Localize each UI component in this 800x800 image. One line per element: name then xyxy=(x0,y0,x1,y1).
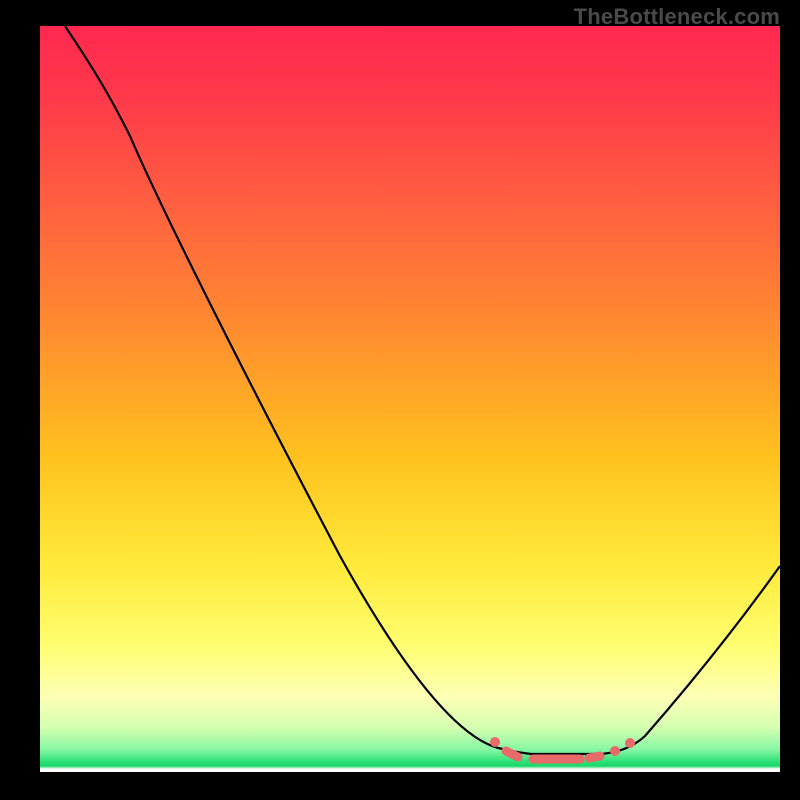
plot-area xyxy=(40,26,780,772)
bottleneck-curve xyxy=(40,26,780,772)
watermark-text: TheBottleneck.com xyxy=(574,4,780,30)
valley-marker xyxy=(490,737,635,759)
chart-container: TheBottleneck.com xyxy=(0,0,800,800)
curve-path xyxy=(65,26,780,754)
